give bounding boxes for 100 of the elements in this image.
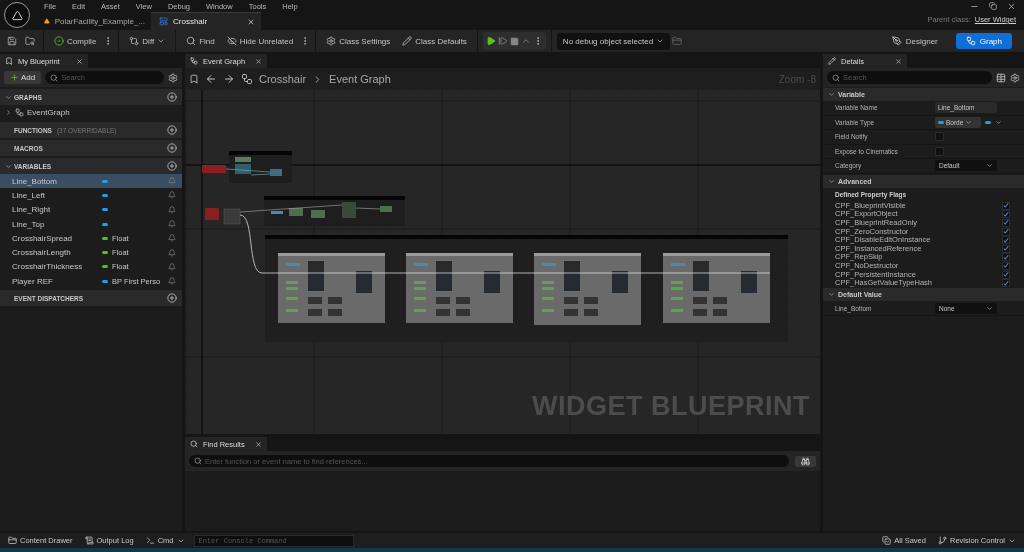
forward-icon[interactable] [223,73,235,85]
plus-icon [10,73,19,82]
document-tab[interactable]: Crosshair [151,12,261,30]
checkbox[interactable] [1002,253,1010,262]
graph-node [271,211,283,214]
bell-icon[interactable] [168,248,176,257]
search-icon [186,36,197,46]
toolbar-button[interactable]: Compile [49,34,102,48]
graph-node [270,169,282,176]
mode-button[interactable]: Designer [881,33,948,49]
close-icon[interactable] [895,57,902,65]
chevron-icon [157,37,166,45]
variable-name: Line_Right [12,205,52,215]
checkbox[interactable] [1002,244,1010,253]
variable-name: CrosshairSpread [12,233,74,243]
toolbar-button[interactable]: Class Defaults [397,34,472,48]
widget-icon [159,17,168,26]
settings-icon[interactable] [1010,72,1020,83]
graph-node [235,157,251,162]
graph-icon [190,57,198,65]
add-icon[interactable] [167,161,177,171]
container-type-icon[interactable] [985,120,991,124]
breadcrumb-item[interactable]: Event Graph [329,73,391,85]
toolbar-button[interactable]: Hide Unrelated [221,34,299,48]
variable-name: Line_Bottom [12,176,58,186]
browse-button[interactable] [22,34,38,48]
toolbar-button[interactable]: Diff [124,34,171,48]
bell-icon[interactable] [168,234,176,243]
add-icon[interactable] [167,125,177,135]
checkbox[interactable] [935,132,944,142]
chevron-icon [965,118,973,126]
event-node [202,165,226,173]
add-button[interactable]: Add [4,71,42,84]
pill-icon [938,120,944,124]
mode-button[interactable]: Graph [955,33,1012,49]
add-icon[interactable] [167,143,177,153]
graph-node [223,208,241,225]
close-icon[interactable] [1007,2,1016,11]
chevron-icon[interactable] [995,118,1002,126]
settings-icon[interactable] [168,72,178,83]
pencil-icon [828,57,836,65]
toolbar-button[interactable]: Class Settings [321,34,396,48]
settings-icon [326,36,337,46]
eye-off-icon [226,36,237,46]
variable-row[interactable]: Line_Bottom [0,174,182,189]
checkbox[interactable] [935,146,944,156]
close-icon[interactable] [255,440,262,448]
back-icon[interactable] [205,73,217,85]
step-icon[interactable] [497,36,508,46]
checkbox[interactable] [1002,270,1010,279]
find-button[interactable] [795,455,816,467]
graph-item[interactable]: EventGraph [27,108,70,117]
bell-icon[interactable] [168,277,176,286]
debug-object-dropdown[interactable]: No debug object selected [556,32,671,50]
search-icon [190,440,198,448]
log-icon [84,536,94,545]
bell-icon[interactable] [168,191,176,200]
checkbox[interactable] [1002,210,1010,219]
bookmark-icon[interactable] [189,74,199,84]
bell-icon[interactable] [168,205,176,214]
checkbox[interactable] [1002,261,1010,270]
close-icon[interactable] [255,57,262,65]
checkbox[interactable] [1002,279,1010,288]
play-icon[interactable] [485,36,496,46]
binoculars-icon [801,456,810,466]
chevron-icon [656,37,665,45]
graph-icon [965,36,976,46]
close-icon[interactable] [247,17,255,26]
table-icon[interactable] [996,72,1006,83]
graph-node [380,206,392,212]
book-icon [5,57,13,65]
document-tab[interactable]: PolarFacility_Example_... [36,12,151,30]
variable-name: CrosshairThickness [12,262,84,272]
variable-name: CrosshairLength [12,248,72,258]
checkbox[interactable] [1002,227,1010,236]
bell-icon[interactable] [168,262,176,271]
variable-name: Line_Top [12,219,46,229]
breadcrumb-item[interactable]: Crosshair [259,73,307,85]
restore-icon[interactable] [989,2,997,10]
pen-icon [891,36,902,46]
add-icon[interactable] [167,92,177,102]
graph-icon [241,73,253,85]
toolbar-button[interactable]: Find [181,34,220,48]
chevron-icon [986,304,993,312]
graph-node [311,210,325,218]
wire-line [225,168,271,176]
graph-node [289,208,303,216]
graph-icon [15,108,24,117]
variable-name: Player REF [12,276,54,286]
checkbox[interactable] [1002,236,1010,245]
checkbox[interactable] [1002,201,1010,210]
variable-name: Line_Left [12,190,46,200]
event-node [205,208,219,220]
terminal-icon [145,536,155,545]
graph-node [342,202,356,218]
checkbox[interactable] [1002,219,1010,227]
add-icon[interactable] [167,293,177,304]
bell-icon[interactable] [168,220,176,229]
stop-icon[interactable] [509,36,519,46]
close-icon[interactable] [76,57,83,65]
